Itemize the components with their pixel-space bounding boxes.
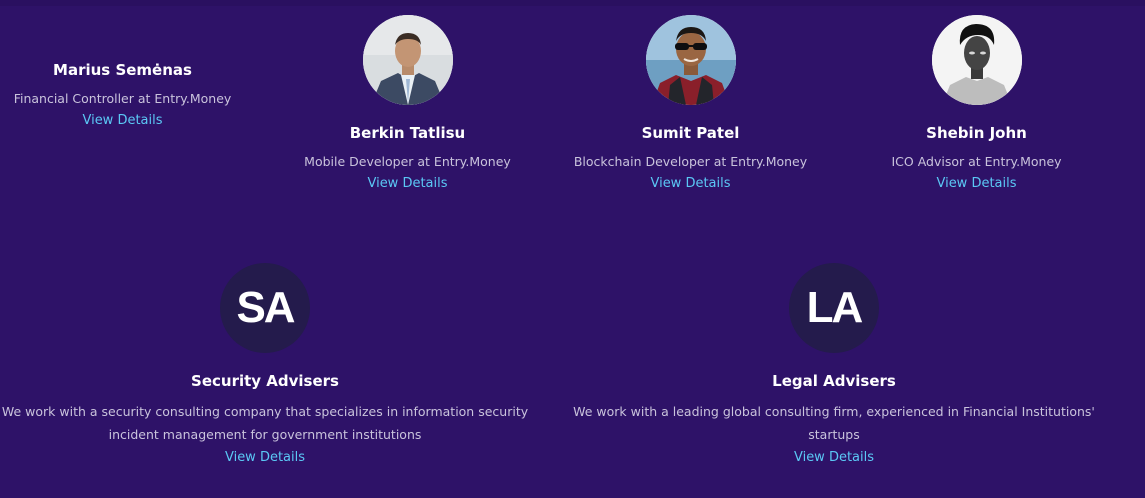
initials-badge: SA [220,263,310,353]
adviser-description-line: incident management for government insti… [108,427,422,442]
team-member-berkin: Berkin Tatlisu Mobile Developer at Entry… [285,15,530,193]
view-details-link[interactable]: View Details [82,112,162,130]
adviser-description: We work with a security consulting compa… [0,400,530,446]
adviser-legal: LA Legal Advisers We work with a leading… [569,263,1099,469]
avatar [645,15,736,105]
view-details-link[interactable]: View Details [936,175,1016,193]
view-details-link[interactable]: View Details [367,175,447,193]
adviser-title: Security Advisers [191,372,339,390]
view-details-link[interactable]: View Details [225,446,305,469]
avatar [362,15,453,105]
member-role: Mobile Developer at Entry.Money [304,154,511,169]
team-member-shebin: Shebin John ICO Advisor at Entry.Money V… [854,15,1099,193]
member-name: Berkin Tatlisu [349,124,466,142]
avatar [931,15,1022,105]
initials-badge: LA [789,263,879,353]
view-details-link[interactable]: View Details [650,175,730,193]
team-member-sumit: Sumit Patel Blockchain Developer at Entr… [568,15,813,193]
adviser-description-line: startups [808,427,860,442]
adviser-description-line: We work with a leading global consulting… [573,404,1095,419]
adviser-security: SA Security Advisers We work with a secu… [0,263,530,469]
team-member-marius: Marius Semėnas Financial Controller at E… [0,59,245,130]
top-divider [0,0,1145,6]
portrait-photo-icon [362,15,453,105]
portrait-photo-icon [931,15,1022,105]
member-role: Financial Controller at Entry.Money [13,91,232,106]
member-role: ICO Advisor at Entry.Money [891,154,1062,169]
member-name: Sumit Patel [641,124,740,142]
adviser-description-line: We work with a security consulting compa… [1,404,529,419]
view-details-link[interactable]: View Details [794,446,874,469]
member-name: Marius Semėnas [53,61,192,79]
member-name: Shebin John [926,124,1027,142]
adviser-title: Legal Advisers [772,372,896,390]
member-role: Blockchain Developer at Entry.Money [573,154,808,169]
portrait-photo-icon [645,15,736,105]
adviser-description: We work with a leading global consulting… [569,400,1099,446]
